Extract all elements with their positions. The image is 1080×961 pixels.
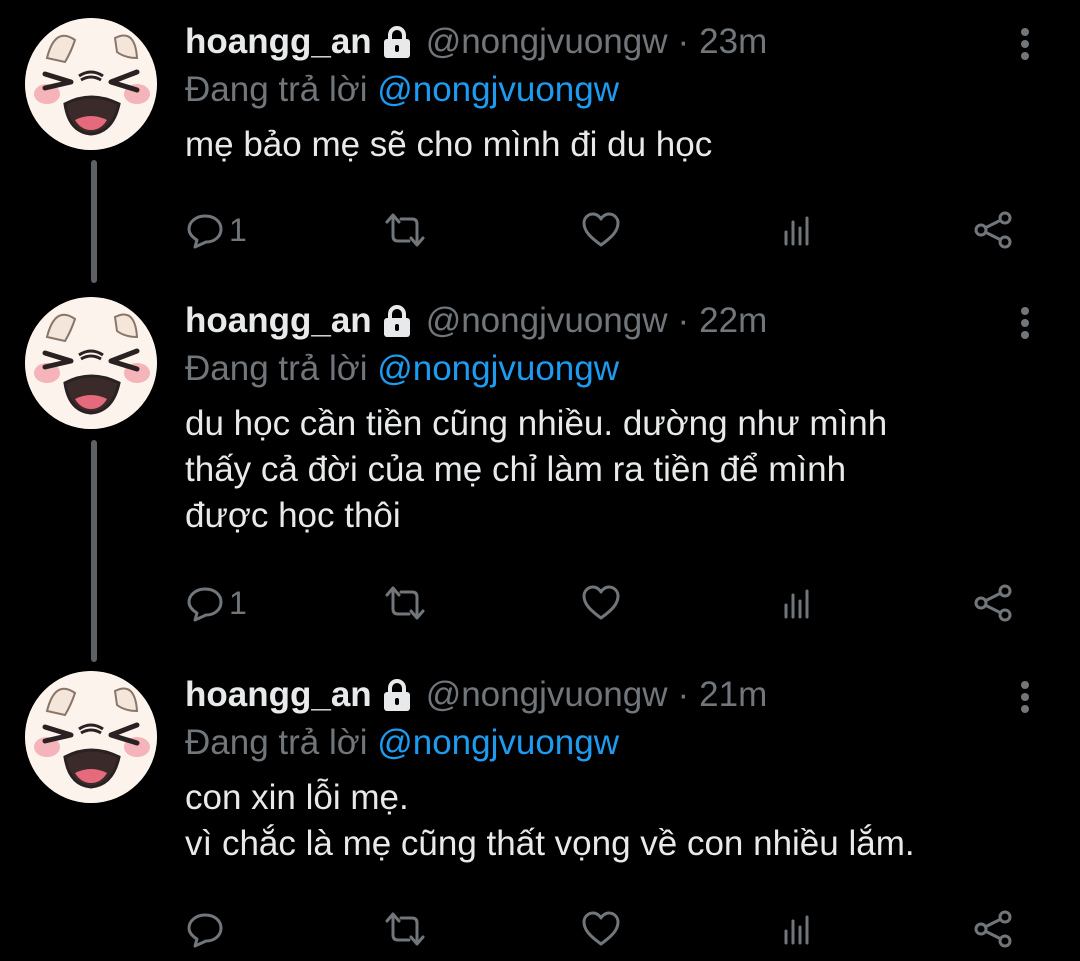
- tweet-text-line: con xin lỗi mẹ.: [185, 778, 409, 817]
- reply-count: 1: [229, 212, 247, 248]
- like-button[interactable]: [580, 907, 622, 951]
- retweet-button[interactable]: [383, 581, 427, 625]
- tweet-text-line: thấy cả đời của mẹ chỉ làm ra tiền để mì…: [185, 450, 847, 489]
- tweet-header: hoangg_an @nongjvuongw · 21m: [185, 671, 1045, 719]
- timestamp[interactable]: 21m: [699, 671, 767, 719]
- timestamp[interactable]: 22m: [699, 297, 767, 345]
- tweet[interactable]: hoangg_an @nongjvuongw · 23m Đang trả lờ…: [0, 18, 1080, 288]
- display-name[interactable]: hoangg_an: [185, 18, 372, 66]
- analytics-icon: [784, 915, 809, 945]
- separator-dot: ·: [677, 301, 690, 340]
- tweet-text: mẹ bảo mẹ sẽ cho mình đi du học: [185, 122, 1045, 168]
- tweet-content: hoangg_an @nongjvuongw · 22m Đang trả lờ…: [185, 297, 1045, 539]
- avatar[interactable]: [25, 18, 157, 150]
- tweet-text: du học cần tiền cũng nhiều. dường như mì…: [185, 401, 1045, 539]
- heart-icon: [582, 212, 620, 247]
- tweet-header: hoangg_an @nongjvuongw · 22m: [185, 297, 1045, 345]
- tweet[interactable]: hoangg_an @nongjvuongw · 22m Đang trả lờ…: [0, 297, 1080, 657]
- share-button[interactable]: [972, 907, 1016, 951]
- comment-icon: [187, 913, 223, 948]
- separator-dot: ·: [677, 675, 690, 714]
- reply-count: 1: [229, 585, 247, 621]
- separator-dot: ·: [677, 22, 690, 61]
- user-handle[interactable]: @nongjvuongw: [426, 18, 668, 66]
- share-icon: [974, 910, 1012, 948]
- lock-icon: [382, 25, 412, 59]
- views-button[interactable]: [778, 581, 818, 625]
- reply-button[interactable]: [185, 907, 229, 951]
- heart-icon: [582, 911, 620, 946]
- comment-icon: [187, 214, 223, 249]
- tweet[interactable]: hoangg_an @nongjvuongw · 21m Đang trả lờ…: [0, 671, 1080, 956]
- tweet-text: con xin lỗi mẹ. vì chắc là mẹ cũng thất …: [185, 775, 1045, 867]
- tweet-header: hoangg_an @nongjvuongw · 23m: [185, 18, 1045, 66]
- share-button[interactable]: [972, 581, 1016, 625]
- replying-to: Đang trả lời @nongjvuongw: [185, 66, 1045, 114]
- reply-button[interactable]: 1: [185, 208, 247, 252]
- tweet-content: hoangg_an @nongjvuongw · 21m Đang trả lờ…: [185, 671, 1045, 867]
- replying-to-label: Đang trả lời: [185, 70, 368, 109]
- views-button[interactable]: [778, 907, 818, 951]
- tweet-actions: 1: [185, 581, 1045, 625]
- replying-to: Đang trả lời @nongjvuongw: [185, 719, 1045, 767]
- tweet-actions: 1: [185, 208, 1045, 252]
- user-handle[interactable]: @nongjvuongw: [426, 297, 668, 345]
- replying-to: Đang trả lời @nongjvuongw: [185, 345, 1045, 393]
- replying-to-label: Đang trả lời: [185, 723, 368, 762]
- timestamp[interactable]: 23m: [699, 18, 767, 66]
- analytics-icon: [784, 216, 809, 246]
- display-name[interactable]: hoangg_an: [185, 297, 372, 345]
- retweet-button[interactable]: [383, 208, 427, 252]
- tweet-text-line: vì chắc là mẹ cũng thất vọng về con nhiề…: [185, 824, 915, 863]
- replying-to-label: Đang trả lời: [185, 349, 368, 388]
- retweet-icon: [385, 912, 425, 946]
- user-handle[interactable]: @nongjvuongw: [426, 671, 668, 719]
- share-button[interactable]: [972, 208, 1016, 252]
- like-button[interactable]: [580, 208, 622, 252]
- lock-icon: [382, 304, 412, 338]
- heart-icon: [582, 585, 620, 620]
- more-vertical-icon[interactable]: [1014, 303, 1036, 343]
- retweet-button[interactable]: [383, 907, 427, 951]
- display-name[interactable]: hoangg_an: [185, 671, 372, 719]
- comment-icon: [187, 587, 223, 622]
- mention-link[interactable]: @nongjvuongw: [377, 723, 619, 762]
- tweet-text-line: mẹ bảo mẹ sẽ cho mình đi du học: [185, 125, 713, 164]
- avatar[interactable]: [25, 671, 157, 803]
- more-vertical-icon[interactable]: [1014, 677, 1036, 717]
- mention-link[interactable]: @nongjvuongw: [377, 70, 619, 109]
- retweet-icon: [385, 586, 425, 620]
- tweet-text-line: du học cần tiền cũng nhiều. dường như mì…: [185, 404, 888, 443]
- lock-icon: [382, 678, 412, 712]
- tweet-content: hoangg_an @nongjvuongw · 23m Đang trả lờ…: [185, 18, 1045, 168]
- avatar[interactable]: [25, 297, 157, 429]
- more-vertical-icon[interactable]: [1014, 24, 1036, 64]
- tweet-thread: hoangg_an @nongjvuongw · 23m Đang trả lờ…: [0, 0, 1080, 961]
- mention-link[interactable]: @nongjvuongw: [377, 349, 619, 388]
- tweet-actions: [185, 907, 1045, 951]
- share-icon: [974, 584, 1012, 622]
- views-button[interactable]: [778, 208, 818, 252]
- like-button[interactable]: [580, 581, 622, 625]
- reply-button[interactable]: 1: [185, 581, 247, 625]
- share-icon: [974, 211, 1012, 249]
- analytics-icon: [784, 589, 809, 619]
- tweet-text-line: được học thôi: [185, 496, 401, 535]
- retweet-icon: [385, 213, 425, 247]
